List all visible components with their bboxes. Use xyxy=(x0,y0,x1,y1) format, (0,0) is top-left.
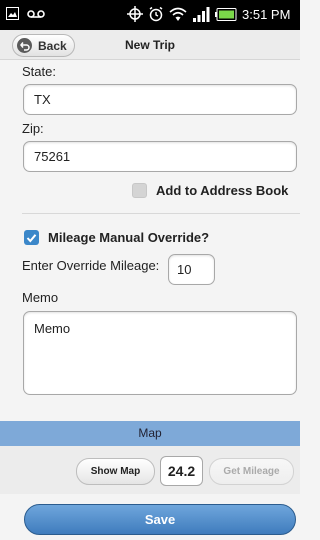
voicemail-icon xyxy=(27,9,45,18)
zip-input[interactable]: 75261 xyxy=(23,141,297,172)
address-book-row[interactable]: Add to Address Book xyxy=(132,183,288,198)
divider xyxy=(22,213,300,214)
state-label: State: xyxy=(22,64,56,79)
checkmark-icon xyxy=(26,233,37,243)
status-bar-left-icons xyxy=(6,7,45,20)
get-mileage-button[interactable]: Get Mileage xyxy=(209,458,294,485)
status-time: 3:51 PM xyxy=(242,6,291,22)
alarm-icon xyxy=(149,6,163,22)
mileage-override-row[interactable]: Mileage Manual Override? xyxy=(24,230,209,245)
mileage-override-label: Mileage Manual Override? xyxy=(48,230,210,245)
map-section-header[interactable]: Map xyxy=(0,421,300,446)
signal-icon xyxy=(193,6,210,22)
zip-label: Zip: xyxy=(22,121,44,136)
save-button[interactable]: Save xyxy=(24,504,296,535)
status-bar: 3:51 PM xyxy=(0,0,300,30)
mileage-override-checkbox[interactable] xyxy=(24,230,39,245)
wifi-icon xyxy=(169,7,187,21)
state-input[interactable]: TX xyxy=(23,84,297,115)
gallery-icon xyxy=(6,7,19,20)
show-map-button[interactable]: Show Map xyxy=(76,458,155,485)
memo-textarea[interactable]: Memo xyxy=(23,311,297,395)
battery-icon xyxy=(215,7,237,21)
address-book-label: Add to Address Book xyxy=(156,183,289,198)
override-mileage-input[interactable]: 10 xyxy=(168,254,215,285)
page-title: New Trip xyxy=(124,38,175,52)
mileage-value: 24.2 xyxy=(160,456,203,486)
page-header: Back New Trip xyxy=(0,30,300,60)
override-mileage-label: Enter Override Mileage: xyxy=(22,258,160,273)
status-bar-right-icons: 3:51 PM xyxy=(127,6,300,22)
memo-label: Memo xyxy=(22,290,59,305)
address-book-checkbox[interactable] xyxy=(132,183,147,198)
gps-icon xyxy=(127,6,143,22)
